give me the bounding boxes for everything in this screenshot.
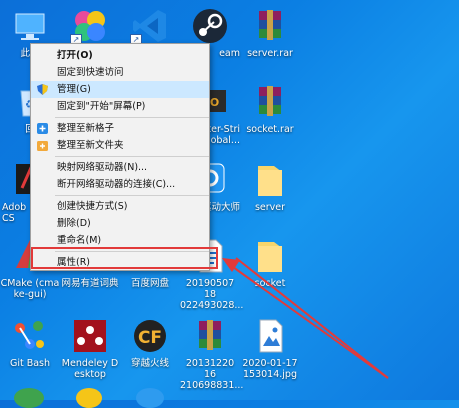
annotation-arrow xyxy=(222,257,389,379)
